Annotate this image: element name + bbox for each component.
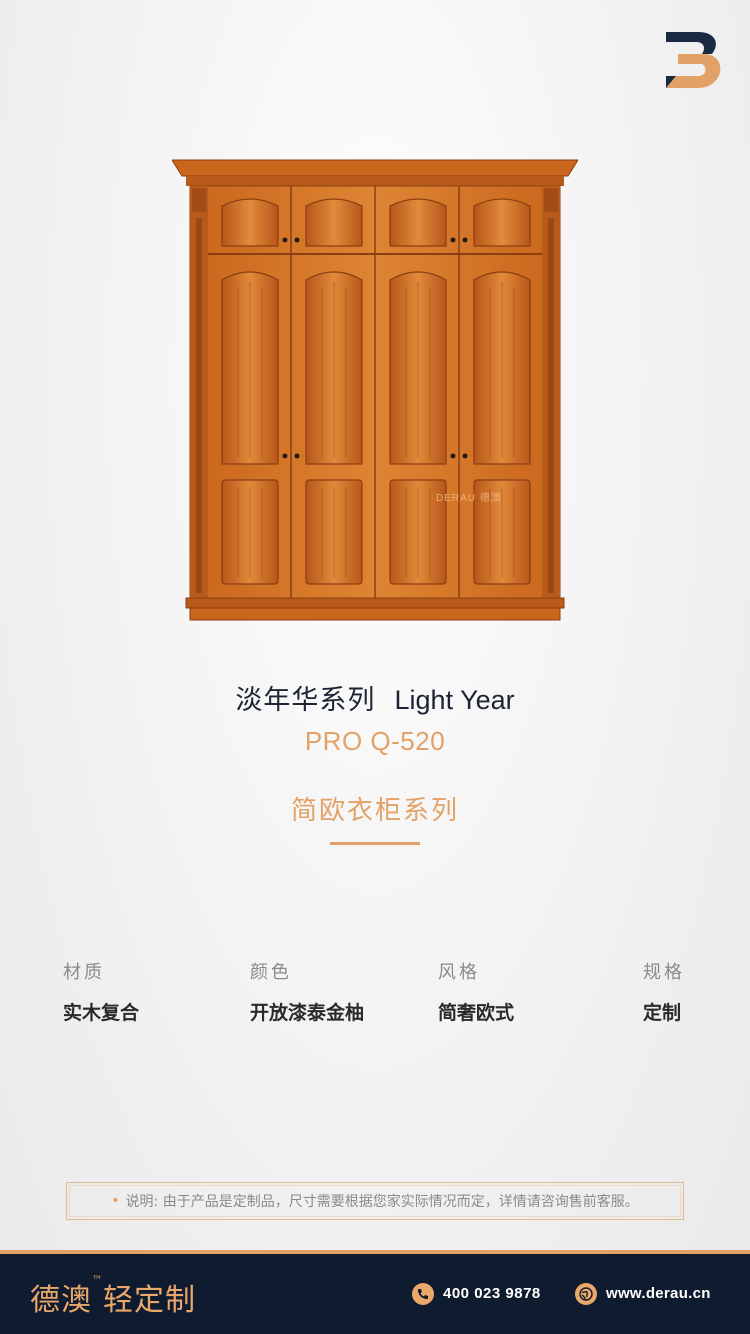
note-text: 说明: 由于产品是定制品，尺寸需要根据您家实际情况而定，详情请咨询售前客服。 [125, 1194, 639, 1210]
footer-bar: 德澳™轻定制 400 023 9878 www.derau.cn [0, 1250, 750, 1334]
footer-accent-stripe [0, 1250, 750, 1254]
disclaimer-note: • 说明: 由于产品是定制品，尺寸需要根据您家实际情况而定，详情请咨询售前客服。 [66, 1182, 684, 1220]
phone-icon[interactable] [412, 1283, 434, 1305]
spec-value: 实木复合 [63, 1002, 140, 1024]
footer-brand[interactable]: 德澳™轻定制 [30, 1275, 196, 1319]
spec-value: 定制 [643, 1002, 682, 1024]
phone-number[interactable]: 400 023 9878 [443, 1285, 541, 1302]
spec-value: 简奢欧式 [438, 1002, 515, 1024]
spec-style: 风格 简奢欧式 [438, 958, 514, 1025]
trademark: ™ [92, 1275, 103, 1286]
spec-label: 颜色 [250, 962, 292, 983]
product-model: PRO Q-520 [304, 726, 446, 756]
brand-name: 德澳 [30, 1283, 92, 1318]
spec-label: 风格 [438, 962, 480, 983]
divider [330, 842, 420, 845]
product-title: 淡年华系列 Light Year [0, 678, 750, 717]
product-title-cn: 淡年华系列 [235, 685, 376, 716]
spec-size: 规格 定制 [643, 958, 685, 1025]
brand-sub: 轻定制 [103, 1283, 196, 1318]
product-series: 简欧衣柜系列 [290, 796, 459, 826]
brand-logo[interactable] [664, 30, 724, 88]
product-title-en: Light Year [394, 685, 515, 715]
note-bullet: • [111, 1193, 120, 1209]
spec-label: 规格 [643, 962, 685, 983]
globe-icon[interactable] [575, 1283, 597, 1305]
spec-label: 材质 [63, 962, 105, 983]
watermark: DERAU 德澳 [436, 491, 502, 504]
website-link[interactable]: www.derau.cn [606, 1285, 711, 1302]
spec-value: 开放漆泰金柚 [250, 1002, 365, 1024]
spec-color: 颜色 开放漆泰金柚 [250, 958, 364, 1025]
product-image: DERAU 德澳 [172, 158, 578, 624]
spec-material: 材质 实木复合 [63, 958, 139, 1025]
